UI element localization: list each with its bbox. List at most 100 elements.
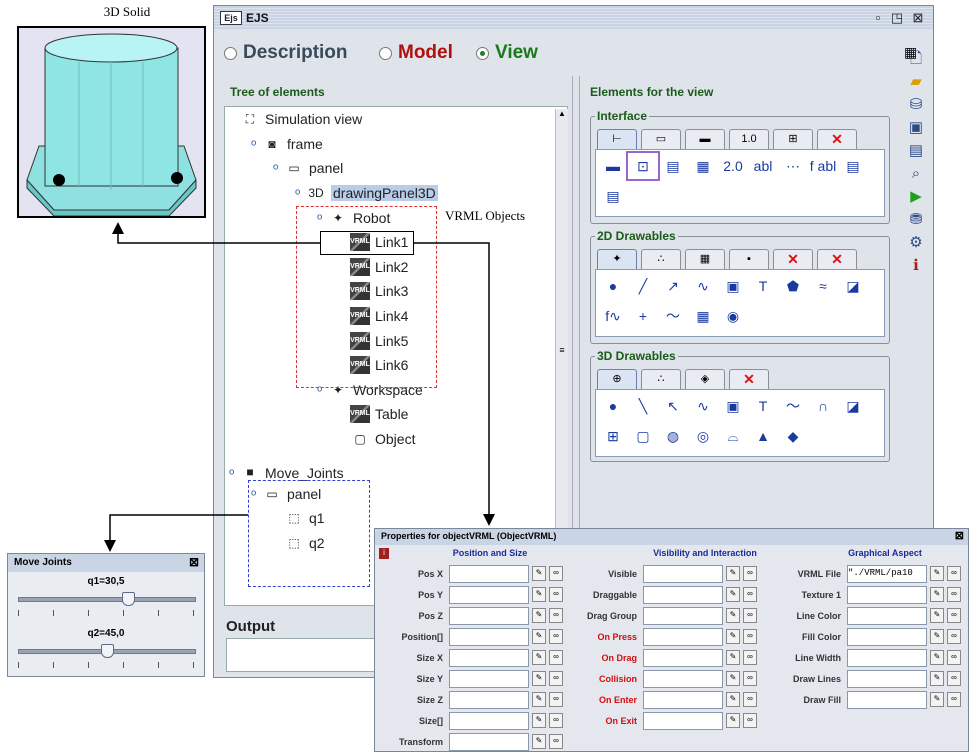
link-icon[interactable]: ∞ bbox=[947, 629, 961, 644]
edit-icon[interactable]: ✎ bbox=[532, 734, 546, 749]
property-label: Visible bbox=[608, 568, 637, 579]
property-field[interactable] bbox=[643, 564, 723, 583]
link-icon[interactable]: ∞ bbox=[947, 692, 961, 707]
property-field[interactable] bbox=[847, 669, 927, 688]
edit-icon[interactable]: ✎ bbox=[532, 650, 546, 665]
properties-column-position: Pos X ✎ ∞ Pos Y ✎ ∞ Pos Z ✎ ∞ Position[] ✎ ∞ Size X ✎… bbox=[375, 563, 563, 751]
q2-slider[interactable] bbox=[18, 644, 196, 668]
property-field[interactable] bbox=[847, 627, 927, 646]
edit-icon[interactable]: ✎ bbox=[930, 650, 944, 665]
property-row: Pos X ✎ ∞ bbox=[375, 563, 563, 584]
property-field[interactable] bbox=[449, 606, 529, 625]
link-icon[interactable]: ∞ bbox=[549, 587, 563, 602]
edit-icon[interactable]: ✎ bbox=[726, 566, 740, 581]
property-label: Pos Z bbox=[418, 610, 443, 621]
property-field[interactable] bbox=[847, 690, 927, 709]
link-icon[interactable]: ∞ bbox=[549, 608, 563, 623]
property-field[interactable] bbox=[847, 648, 927, 667]
edit-icon[interactable]: ✎ bbox=[726, 713, 740, 728]
link-icon[interactable]: ∞ bbox=[549, 566, 563, 581]
edit-icon[interactable]: ✎ bbox=[930, 566, 944, 581]
q1-slider[interactable] bbox=[18, 592, 196, 616]
property-row: Pos Z ✎ ∞ bbox=[375, 605, 563, 626]
edit-icon[interactable]: ✎ bbox=[930, 608, 944, 623]
link-icon[interactable]: ∞ bbox=[549, 692, 563, 707]
property-field[interactable] bbox=[643, 669, 723, 688]
edit-icon[interactable]: ✎ bbox=[532, 608, 546, 623]
property-field[interactable] bbox=[449, 690, 529, 709]
edit-icon[interactable]: ✎ bbox=[532, 671, 546, 686]
link-icon[interactable]: ∞ bbox=[549, 734, 563, 749]
link-icon[interactable]: ∞ bbox=[947, 650, 961, 665]
edit-icon[interactable]: ✎ bbox=[930, 629, 944, 644]
edit-icon[interactable]: ✎ bbox=[726, 671, 740, 686]
property-field[interactable] bbox=[449, 564, 529, 583]
link-icon[interactable]: ∞ bbox=[549, 713, 563, 728]
edit-icon[interactable]: ✎ bbox=[726, 692, 740, 707]
q2-slider-thumb[interactable] bbox=[101, 644, 114, 658]
column-header: Visibility and Interaction bbox=[653, 548, 757, 558]
link-icon[interactable]: ∞ bbox=[549, 671, 563, 686]
move-joints-title: Move Joints bbox=[14, 557, 72, 568]
close-icon[interactable]: ⊠ bbox=[955, 529, 964, 542]
property-row: Visible ✎ ∞ bbox=[569, 563, 757, 584]
property-field[interactable] bbox=[643, 627, 723, 646]
edit-icon[interactable]: ✎ bbox=[532, 629, 546, 644]
property-field[interactable] bbox=[643, 690, 723, 709]
link-icon[interactable]: ∞ bbox=[743, 587, 757, 602]
edit-icon[interactable]: ✎ bbox=[930, 671, 944, 686]
property-field[interactable] bbox=[449, 732, 529, 751]
property-label: VRML File bbox=[797, 568, 841, 579]
link-icon[interactable]: ∞ bbox=[743, 713, 757, 728]
edit-icon[interactable]: ✎ bbox=[726, 587, 740, 602]
link-icon[interactable]: ∞ bbox=[743, 608, 757, 623]
property-field[interactable] bbox=[449, 648, 529, 667]
link-icon[interactable]: ∞ bbox=[947, 566, 961, 581]
property-row: VRML File "./VRML/pa10 ✎ ∞ bbox=[773, 563, 961, 584]
q1-label: q1=30,5 bbox=[87, 576, 125, 587]
properties-title-bar[interactable]: Properties for objectVRML (ObjectVRML) ⊠ bbox=[375, 529, 968, 545]
link-icon[interactable]: ∞ bbox=[743, 692, 757, 707]
property-field[interactable] bbox=[449, 711, 529, 730]
edit-icon[interactable]: ✎ bbox=[532, 566, 546, 581]
edit-icon[interactable]: ✎ bbox=[930, 692, 944, 707]
link-icon[interactable]: ∞ bbox=[549, 629, 563, 644]
link-icon[interactable]: ∞ bbox=[947, 587, 961, 602]
property-field[interactable] bbox=[449, 585, 529, 604]
arrow-to-solid bbox=[112, 222, 320, 244]
property-row: Drag Group ✎ ∞ bbox=[569, 605, 757, 626]
link-icon[interactable]: ∞ bbox=[947, 671, 961, 686]
property-label: Draw Fill bbox=[803, 694, 841, 705]
link-icon[interactable]: ∞ bbox=[743, 566, 757, 581]
link-icon[interactable]: ∞ bbox=[549, 650, 563, 665]
close-icon[interactable]: ⊠ bbox=[189, 555, 199, 569]
edit-icon[interactable]: ✎ bbox=[726, 650, 740, 665]
property-row: Size X ✎ ∞ bbox=[375, 647, 563, 668]
property-field[interactable] bbox=[449, 669, 529, 688]
edit-icon[interactable]: ✎ bbox=[930, 587, 944, 602]
property-row: Size Z ✎ ∞ bbox=[375, 689, 563, 710]
arrow-to-move-joints bbox=[104, 514, 248, 552]
q1-slider-thumb[interactable] bbox=[122, 592, 136, 606]
property-field[interactable] bbox=[449, 627, 529, 646]
edit-icon[interactable]: ✎ bbox=[532, 713, 546, 728]
move-joints-title-bar[interactable]: Move Joints ⊠ bbox=[8, 554, 204, 572]
link-icon[interactable]: ∞ bbox=[947, 608, 961, 623]
property-row: Line Width ✎ ∞ bbox=[773, 647, 961, 668]
edit-icon[interactable]: ✎ bbox=[726, 608, 740, 623]
property-field[interactable] bbox=[643, 606, 723, 625]
property-field[interactable] bbox=[643, 585, 723, 604]
property-field[interactable] bbox=[847, 585, 927, 604]
property-field[interactable] bbox=[643, 711, 723, 730]
property-field[interactable]: "./VRML/pa10 bbox=[847, 564, 927, 583]
property-row: On Enter ✎ ∞ bbox=[569, 689, 757, 710]
property-field[interactable] bbox=[847, 606, 927, 625]
edit-icon[interactable]: ✎ bbox=[532, 587, 546, 602]
link-icon[interactable]: ∞ bbox=[743, 629, 757, 644]
link-icon[interactable]: ∞ bbox=[743, 671, 757, 686]
edit-icon[interactable]: ✎ bbox=[532, 692, 546, 707]
edit-icon[interactable]: ✎ bbox=[726, 629, 740, 644]
link-icon[interactable]: ∞ bbox=[743, 650, 757, 665]
property-field[interactable] bbox=[643, 648, 723, 667]
info-icon[interactable]: i bbox=[379, 548, 389, 559]
